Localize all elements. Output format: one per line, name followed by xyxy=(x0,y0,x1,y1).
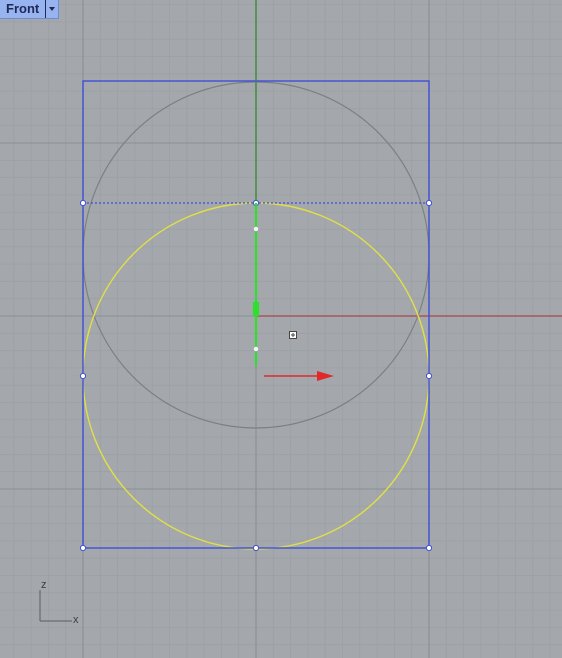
control-point[interactable] xyxy=(252,544,260,552)
move-cursor-icon xyxy=(289,331,297,339)
gumball-x-arrow[interactable] xyxy=(264,371,334,381)
control-point[interactable] xyxy=(425,372,433,380)
axis-z-label: z xyxy=(41,579,47,591)
grid-minor-lines xyxy=(0,0,562,658)
viewport-title-tab[interactable]: Front xyxy=(0,0,60,19)
axis-x-label: x xyxy=(73,614,79,626)
viewport-canvas[interactable]: z x xyxy=(0,0,562,658)
front-viewport[interactable]: z x Front xyxy=(0,0,562,658)
gumball-z-handle[interactable] xyxy=(253,203,259,366)
gumball-z-dot[interactable] xyxy=(253,226,259,232)
control-point[interactable] xyxy=(79,199,87,207)
axis-indicator-icon: z x xyxy=(39,579,79,626)
control-point[interactable] xyxy=(425,544,433,552)
control-point[interactable] xyxy=(79,372,87,380)
dropdown-arrow-icon[interactable] xyxy=(45,0,58,18)
control-point[interactable] xyxy=(425,199,433,207)
grid-major-lines xyxy=(0,0,562,658)
gumball-z-scale-handle[interactable] xyxy=(253,302,259,316)
control-point[interactable] xyxy=(79,544,87,552)
gumball-z-dot[interactable] xyxy=(253,346,259,352)
viewport-title[interactable]: Front xyxy=(0,0,45,18)
